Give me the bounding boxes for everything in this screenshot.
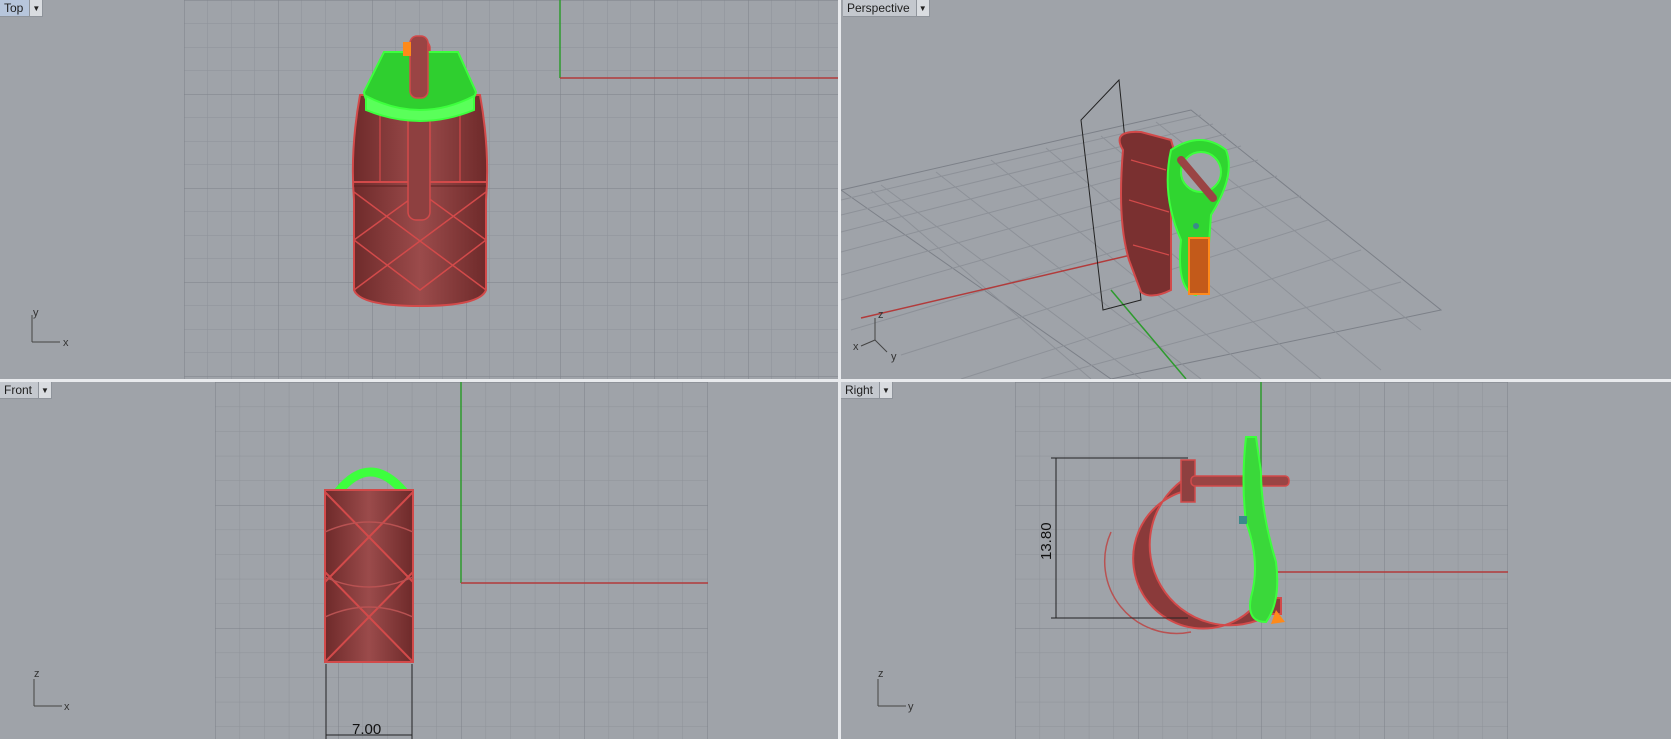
front-view-canvas[interactable]: 7.00 z x bbox=[0, 382, 838, 739]
axis-label-z: z bbox=[34, 668, 40, 680]
viewport-title-front[interactable]: Front ▼ bbox=[0, 382, 53, 399]
axis-label-x: x bbox=[64, 701, 70, 713]
viewport-title-right[interactable]: Right ▼ bbox=[841, 382, 894, 399]
earring-top-view[interactable] bbox=[351, 35, 489, 308]
axis-indicator bbox=[33, 679, 62, 707]
right-view-canvas[interactable]: 13.80 z y bbox=[841, 382, 1671, 739]
axis-label-y: y bbox=[891, 351, 897, 363]
axis-label-z: z bbox=[878, 309, 884, 321]
viewport-top[interactable]: y x Top ▼ bbox=[0, 0, 838, 379]
viewport-title-top[interactable]: Top ▼ bbox=[0, 0, 44, 17]
viewport-name[interactable]: Top bbox=[0, 0, 31, 17]
chevron-down-icon[interactable]: ▼ bbox=[39, 382, 53, 399]
chevron-down-icon[interactable]: ▼ bbox=[30, 0, 44, 17]
perspective-view-canvas[interactable]: z x y bbox=[841, 0, 1671, 379]
dimension-label: 13.80 bbox=[1038, 522, 1055, 560]
axis-label-x: x bbox=[63, 337, 69, 349]
viewport-title-perspective[interactable]: Perspective ▼ bbox=[843, 0, 930, 17]
viewport-divider-horizontal[interactable] bbox=[0, 379, 1671, 382]
viewport-divider-vertical[interactable] bbox=[838, 0, 841, 739]
axis-label-z: z bbox=[878, 668, 884, 680]
axis-indicator bbox=[31, 315, 60, 343]
chevron-down-icon[interactable]: ▼ bbox=[880, 382, 894, 399]
dimension-label: 7.00 bbox=[352, 721, 381, 738]
viewport-perspective[interactable]: z x y Perspective ▼ bbox=[841, 0, 1671, 379]
axis-indicator bbox=[877, 679, 906, 707]
chevron-down-icon[interactable]: ▼ bbox=[916, 0, 930, 17]
viewport-name[interactable]: Right bbox=[841, 382, 881, 399]
earring-perspective-view[interactable] bbox=[1080, 78, 1230, 311]
axis-label-x: x bbox=[853, 341, 859, 353]
viewport-right[interactable]: 13.80 z y Right ▼ bbox=[841, 382, 1671, 739]
viewport-name[interactable]: Front bbox=[0, 382, 40, 399]
earring-front-view[interactable] bbox=[324, 467, 414, 663]
top-view-canvas[interactable]: y x bbox=[0, 0, 838, 379]
viewport-front[interactable]: 7.00 z x Front ▼ bbox=[0, 382, 838, 739]
axis-label-y: y bbox=[908, 701, 914, 713]
axis-label-y: y bbox=[33, 307, 39, 319]
viewport-name[interactable]: Perspective bbox=[843, 0, 917, 17]
